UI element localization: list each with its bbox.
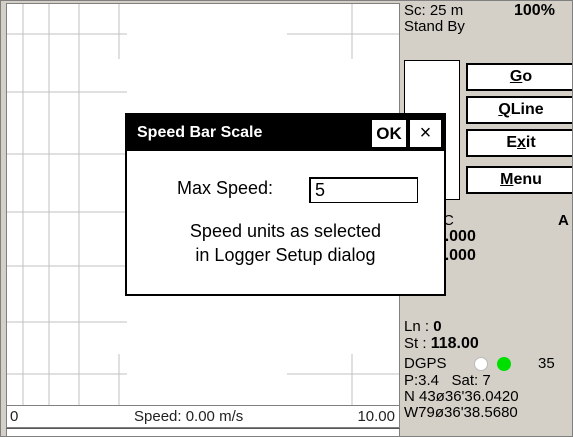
longitude-readout: W79ø36'38.5680 (404, 404, 518, 421)
speed-readout: Speed: 0.00 m/s (134, 408, 244, 425)
latitude-readout: N 43ø36'36.0420 (404, 388, 519, 405)
menu-button-label: enu (513, 171, 542, 188)
pdop-readout: P:3.4 Sat: 7 (404, 373, 491, 389)
app-screen: 0 Speed: 0.00 m/s 10.00 Sc: 25 m 100% St… (0, 0, 573, 437)
gps-indicator-white-icon (474, 357, 488, 371)
speed-min-label: 0 (10, 408, 19, 425)
feature-flag: A (558, 212, 569, 229)
line-number: Ln : 0 (404, 319, 442, 335)
go-button-label: o (522, 68, 533, 85)
station-value: St : 118.00 (404, 336, 479, 352)
menu-button-accelerator: M (500, 171, 514, 188)
exit-button[interactable]: Exit (466, 129, 573, 157)
qline-button-accelerator: Q (498, 101, 511, 118)
satellite-count: Sat: 7 (451, 372, 491, 389)
station-label: St : (404, 335, 431, 352)
qline-button[interactable]: QLine (466, 96, 573, 124)
close-icon[interactable]: × (410, 120, 441, 147)
line-number-value: 0 (433, 318, 442, 335)
dialog-titlebar: Speed Bar Scale OK × (127, 115, 444, 151)
speed-bar: 0 Speed: 0.00 m/s 10.00 (6, 406, 400, 428)
qline-button-label: Line (510, 101, 544, 118)
station-number: 118.00 (430, 335, 479, 352)
menu-button[interactable]: Menu (466, 166, 573, 194)
speed-bar-scale-dialog: Speed Bar Scale OK × Max Speed: Speed un… (125, 113, 446, 296)
go-button-accelerator: G (509, 68, 523, 85)
speed-max-label: 10.00 (357, 408, 395, 425)
exit-button-label: it (525, 134, 536, 151)
exit-button-label-pre: E (506, 134, 517, 151)
gps-mode: DGPS (404, 355, 447, 372)
line-number-label: Ln : (404, 318, 434, 335)
speed-units-note-line1: Speed units as selected (189, 221, 382, 241)
speed-bar-track (6, 428, 400, 437)
max-speed-label: Max Speed: (177, 178, 274, 198)
exit-button-accelerator: x (516, 134, 526, 151)
max-speed-input[interactable] (309, 177, 418, 203)
pdop-value: P:3.4 (404, 372, 440, 389)
dialog-title: Speed Bar Scale (137, 124, 263, 141)
logging-status: Stand By (404, 18, 465, 35)
map-scale: Sc: 25 m (404, 2, 464, 19)
go-button[interactable]: Go (466, 63, 573, 91)
ok-button[interactable]: OK (372, 120, 406, 147)
zoom-level: 100% (514, 2, 555, 19)
gps-indicator-green-icon (497, 357, 511, 371)
speed-units-note-line2: in Logger Setup dialog (195, 245, 376, 265)
satellites-in-view: 35 (538, 355, 555, 372)
